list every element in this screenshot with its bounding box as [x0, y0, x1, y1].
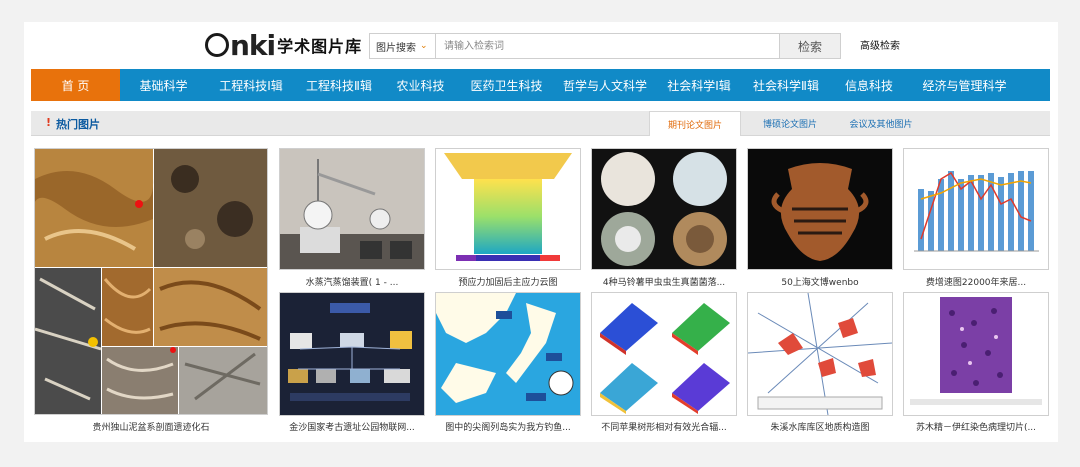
- logo-mark: nki: [205, 28, 276, 62]
- image-caption[interactable]: 50上海文博wenbo: [747, 275, 893, 288]
- chevron-down-icon: ⌄: [420, 41, 428, 51]
- image-thumbnail-geology-map[interactable]: [747, 292, 893, 416]
- nav-item-social-science-1[interactable]: 社会科学Ⅰ辑: [655, 69, 743, 101]
- nav-item-engineering-1[interactable]: 工程科技Ⅰ辑: [207, 69, 295, 101]
- nav-item-humanities[interactable]: 哲学与人文科学: [555, 69, 655, 101]
- image-thumbnail-fungal-colonies[interactable]: [591, 148, 737, 270]
- section-marker: !: [46, 116, 52, 129]
- tab-thesis-images[interactable]: 博硕论文图片: [749, 111, 831, 135]
- nav-item-medicine[interactable]: 医药卫生科技: [458, 69, 555, 101]
- nav-item-basic-science[interactable]: 基础科学: [120, 69, 207, 101]
- nav-item-information-tech[interactable]: 信息科技: [829, 69, 909, 101]
- image-thumbnail-3d-surface[interactable]: [591, 292, 737, 416]
- nav-item-engineering-2[interactable]: 工程科技Ⅱ辑: [295, 69, 383, 101]
- image-caption[interactable]: 水蒸汽蒸馏装置( 1 - ...: [279, 275, 425, 288]
- image-thumbnail-pottery[interactable]: [747, 148, 893, 270]
- advanced-search-link[interactable]: 高级检索: [860, 37, 900, 52]
- nav-item-agriculture[interactable]: 农业科技: [383, 69, 458, 101]
- section-header: ! 热门图片 期刊论文图片 博硕论文图片 会议及其他图片: [31, 111, 1050, 136]
- image-caption[interactable]: 贵州独山泥盆系剖面遗迹化石: [34, 420, 268, 433]
- image-caption[interactable]: 图中的尖阁列岛实为我方钓鱼...: [435, 420, 581, 433]
- image-caption[interactable]: 不同苹果树形相对有效光合辐...: [591, 420, 737, 433]
- logo-mark-text: nki: [230, 28, 276, 62]
- image-thumbnail-stress-contour[interactable]: [435, 148, 581, 270]
- category-nav: 首 页 基础科学 工程科技Ⅰ辑 工程科技Ⅱ辑 农业科技 医药卫生科技 哲学与人文…: [31, 69, 1050, 101]
- tab-conference-images[interactable]: 会议及其他图片: [837, 111, 925, 135]
- search-type-select[interactable]: 图片搜索 ⌄: [370, 34, 436, 58]
- search-bar: 图片搜索 ⌄ 检索: [369, 33, 841, 59]
- search-input[interactable]: [436, 34, 779, 58]
- image-thumbnail-iot-diagram[interactable]: [279, 292, 425, 416]
- image-caption[interactable]: 预应力加固后主应力云图: [435, 275, 581, 288]
- image-caption[interactable]: 费增速图22000年来居...: [903, 275, 1049, 288]
- nav-item-social-science-2[interactable]: 社会科学Ⅱ辑: [743, 69, 829, 101]
- nav-item-economics[interactable]: 经济与管理科学: [909, 69, 1020, 101]
- logo-title: 学术图片库: [277, 37, 363, 56]
- image-thumbnail-islands-map[interactable]: [435, 292, 581, 416]
- search-button[interactable]: 检索: [779, 34, 840, 58]
- tab-journal-images[interactable]: 期刊论文图片: [649, 111, 741, 136]
- logo-ring-icon: [205, 32, 229, 57]
- image-thumbnail-distillation[interactable]: [279, 148, 425, 270]
- image-caption[interactable]: 苏木精－伊红染色病理切片(...: [903, 420, 1049, 433]
- search-type-label: 图片搜索: [376, 42, 416, 54]
- image-thumbnail-growth-chart[interactable]: [903, 148, 1049, 270]
- image-caption[interactable]: 金沙国家考古遗址公园物联网...: [279, 420, 425, 433]
- image-caption[interactable]: 朱溪水库库区地质构造图: [747, 420, 893, 433]
- image-caption[interactable]: 4种马铃薯甲虫虫生真菌菌落...: [591, 275, 737, 288]
- section-title: 热门图片: [56, 118, 100, 131]
- image-thumbnail-he-stained-slice[interactable]: [903, 292, 1049, 416]
- cnki-logo[interactable]: nki 学术图片库: [205, 28, 363, 62]
- image-thumbnail-fossils[interactable]: [34, 148, 268, 415]
- nav-item-home[interactable]: 首 页: [31, 69, 120, 101]
